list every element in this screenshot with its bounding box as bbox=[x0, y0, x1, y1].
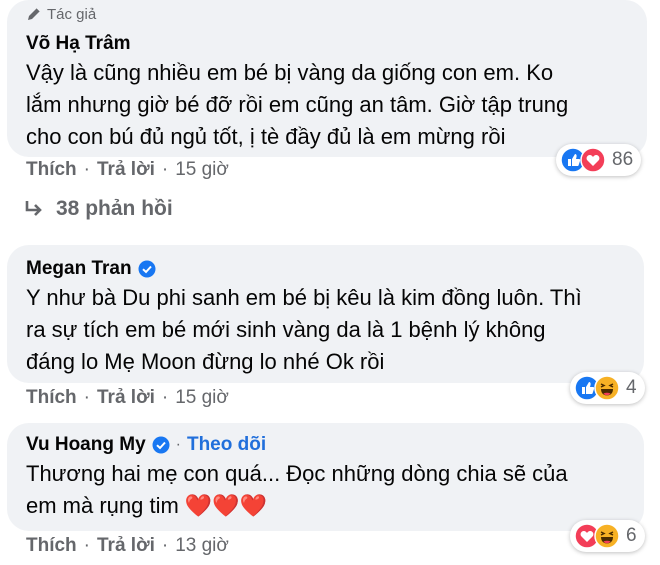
separator-dot: · bbox=[161, 535, 169, 556]
comment-bubble: Vu Hoang My · Theo dõi Thương hai mẹ con… bbox=[7, 423, 644, 531]
comment-line: ra sự tích em bé mới sinh vàng da là 1 b… bbox=[26, 317, 546, 342]
comment-line: Vậy là cũng nhiều em bé bị vàng da giống… bbox=[26, 60, 554, 85]
comment-actions: Thích · Trả lời · 13 giờ bbox=[26, 535, 229, 557]
comment-bubble: Megan Tran Y như bà Du phi sanh em bé bị… bbox=[7, 245, 644, 383]
reply-arrow-icon bbox=[25, 201, 42, 216]
comment-time[interactable]: 15 giờ bbox=[175, 159, 229, 181]
reply-button[interactable]: Trả lời bbox=[97, 159, 155, 181]
comment-actions: Thích · Trả lời · 15 giờ bbox=[26, 159, 229, 181]
haha-reaction-icon bbox=[594, 523, 620, 549]
view-replies-link[interactable]: 38 phản hồi bbox=[24, 197, 173, 221]
separator-dot: · bbox=[175, 436, 181, 453]
verified-badge-icon bbox=[152, 436, 170, 454]
comment-line: lắm nhưng giờ bé đỡ rồi em cũng an tâm. … bbox=[26, 92, 569, 117]
reaction-summary[interactable]: 86 bbox=[556, 144, 642, 176]
comment-text: Y như bà Du phi sanh em bé bị kêu là kim… bbox=[26, 282, 626, 378]
reaction-count: 6 bbox=[626, 525, 637, 546]
like-button[interactable]: Thích bbox=[26, 159, 77, 181]
comment-bubble: Tác giả Võ Hạ Trâm Vậy là cũng nhiều em … bbox=[7, 0, 647, 157]
reply-button[interactable]: Trả lời bbox=[97, 535, 155, 557]
pencil-icon bbox=[28, 7, 41, 20]
reaction-summary[interactable]: 4 bbox=[570, 372, 645, 404]
author-badge-label: Tác giả bbox=[47, 5, 97, 23]
comment-text: Thương hai mẹ con quá... Đọc những dòng … bbox=[26, 458, 626, 522]
comment-line: Y như bà Du phi sanh em bé bị kêu là kim… bbox=[26, 285, 582, 310]
follow-button[interactable]: Theo dõi bbox=[187, 434, 266, 456]
comment-actions: Thích · Trả lời · 15 giờ bbox=[26, 387, 229, 409]
comment-time[interactable]: 15 giờ bbox=[175, 387, 229, 409]
comment-time[interactable]: 13 giờ bbox=[175, 535, 229, 557]
reaction-count: 86 bbox=[612, 149, 634, 170]
comment-line: cho con bú đủ ngủ tốt, ị tè đầy đủ là em… bbox=[26, 124, 506, 149]
reaction-summary[interactable]: 6 bbox=[570, 520, 645, 552]
like-button[interactable]: Thích bbox=[26, 387, 77, 409]
separator-dot: · bbox=[161, 387, 169, 408]
love-reaction-icon bbox=[580, 147, 606, 173]
comment-author[interactable]: Võ Hạ Trâm bbox=[26, 33, 131, 55]
separator-dot: · bbox=[161, 159, 169, 180]
comment-line: Thương hai mẹ con quá... Đọc những dòng … bbox=[26, 461, 568, 486]
author-badge: Tác giả bbox=[26, 5, 629, 23]
reply-button[interactable]: Trả lời bbox=[97, 387, 155, 409]
separator-dot: · bbox=[83, 159, 90, 180]
comment-author[interactable]: Vu Hoang My bbox=[26, 434, 146, 456]
replies-count-label: 38 phản hồi bbox=[56, 197, 173, 220]
comment-author[interactable]: Megan Tran bbox=[26, 258, 132, 280]
separator-dot: · bbox=[83, 387, 90, 408]
separator-dot: · bbox=[83, 535, 90, 556]
comment-line: đáng lo Mẹ Moon đừng lo nhé Ok rồi bbox=[26, 349, 385, 374]
comment-text: Vậy là cũng nhiều em bé bị vàng da giống… bbox=[26, 57, 629, 153]
comment-line: em mà rụng tim ❤️❤️❤️ bbox=[26, 493, 268, 518]
reaction-count: 4 bbox=[626, 377, 637, 398]
like-button[interactable]: Thích bbox=[26, 535, 77, 557]
haha-reaction-icon bbox=[594, 375, 620, 401]
verified-badge-icon bbox=[138, 260, 156, 278]
